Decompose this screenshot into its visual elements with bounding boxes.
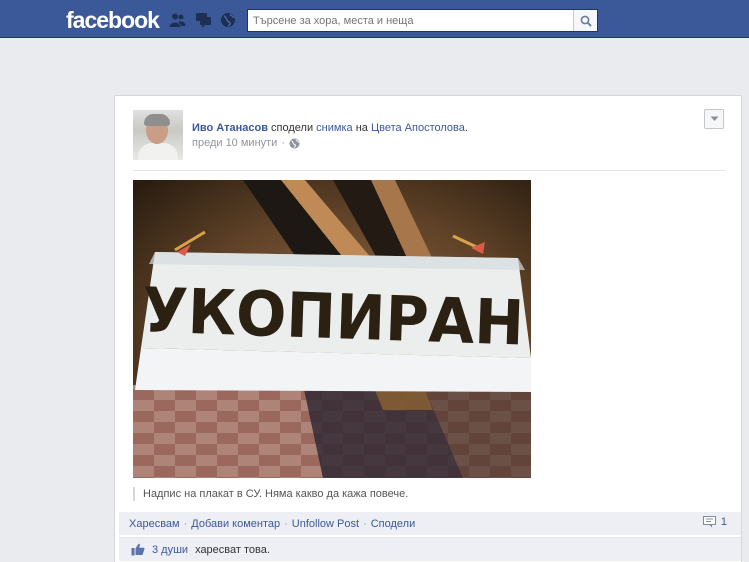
friend-requests-icon[interactable]	[169, 12, 186, 28]
share-link[interactable]: Сподели	[371, 518, 416, 530]
search-input[interactable]	[248, 10, 573, 31]
search-icon	[580, 15, 592, 27]
likes-summary: 3 души харесват това.	[119, 537, 741, 561]
chevron-down-icon	[710, 116, 718, 121]
photo-caption: Надпис на плакат в СУ. Няма какво да каж…	[133, 487, 408, 501]
action-separator: ·	[284, 517, 288, 530]
banner-photo: УКОПИРАН	[133, 180, 531, 478]
owner-name-link[interactable]: Цвета Апостолова	[371, 122, 465, 134]
top-navigation-bar: facebook	[0, 0, 749, 38]
preposition-text: на	[355, 122, 368, 134]
photo-link[interactable]: снимка	[316, 122, 352, 134]
notifications-globe-icon[interactable]	[220, 12, 237, 28]
banner-text: УКОПИРАН	[141, 273, 525, 359]
likes-count-link[interactable]: 3 души	[152, 544, 188, 556]
feed-story: Иво Атанасов сподели снимка на Цвета Апо…	[114, 95, 742, 562]
action-separator: ·	[183, 517, 188, 530]
timestamp-link[interactable]: преди 10 минути	[192, 137, 277, 149]
globe-icon[interactable]	[289, 138, 300, 149]
unfollow-post-link[interactable]: Unfollow Post	[292, 518, 359, 530]
avatar[interactable]	[133, 110, 183, 160]
messages-icon[interactable]	[195, 12, 212, 28]
like-link[interactable]: Харесвам	[129, 518, 180, 530]
comment-bubble-icon	[702, 516, 716, 528]
story-options-button[interactable]	[704, 109, 724, 129]
thumbs-up-icon	[131, 543, 145, 556]
header-divider	[133, 170, 725, 171]
likes-text: харесват това.	[195, 543, 270, 556]
action-separator: ·	[363, 517, 367, 530]
action-bar: Харесвам · Добави коментар · Unfollow Po…	[119, 512, 741, 535]
search-button[interactable]	[573, 10, 597, 31]
meta-separator: ·	[281, 137, 285, 149]
comments-count: 1	[720, 516, 727, 528]
search-box	[247, 9, 598, 32]
facebook-logo[interactable]: facebook	[66, 7, 160, 34]
period-text: .	[464, 122, 468, 134]
comments-count-link[interactable]: 1	[702, 516, 727, 528]
verb-text: сподели	[271, 122, 314, 134]
author-name-link[interactable]: Иво Атанасов	[192, 122, 268, 134]
story-header: Иво Атанасов сподели снимка на Цвета Апо…	[192, 122, 468, 134]
add-comment-link[interactable]: Добави коментар	[191, 518, 280, 530]
story-meta: преди 10 минути ·	[192, 137, 300, 149]
shared-photo[interactable]: УКОПИРАН	[133, 180, 531, 478]
